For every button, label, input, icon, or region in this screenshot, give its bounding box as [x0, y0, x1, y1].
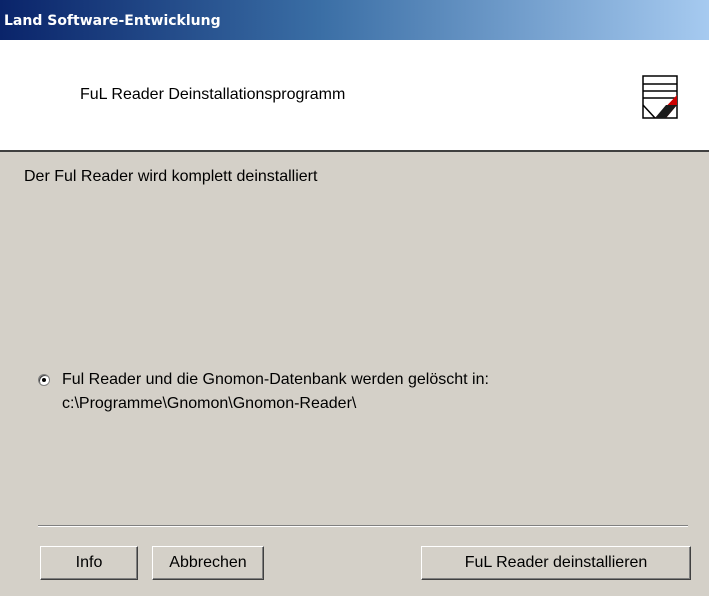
uninstall-button[interactable]: FuL Reader deinstallieren — [421, 546, 691, 580]
window-title: Land Software-Entwicklung — [4, 13, 221, 29]
header-title: FuL Reader Deinstallationsprogramm — [80, 86, 346, 103]
info-button[interactable]: Info — [40, 546, 138, 580]
header-panel: FuL Reader Deinstallationsprogramm — [0, 40, 709, 152]
description-text: Der Ful Reader wird komplett deinstallie… — [24, 168, 318, 185]
radio-selected-dot — [42, 378, 46, 382]
delete-option-radio[interactable] — [38, 374, 50, 386]
delete-option-label: Ful Reader und die Gnomon-Datenbank werd… — [62, 371, 489, 388]
install-path-label: c:\Programme\Gnomon\Gnomon-Reader\ — [62, 395, 357, 412]
title-bar[interactable]: Land Software-Entwicklung — [0, 0, 709, 40]
ful-reader-logo-icon — [642, 75, 678, 119]
separator — [38, 525, 688, 527]
cancel-button[interactable]: Abbrechen — [152, 546, 264, 580]
